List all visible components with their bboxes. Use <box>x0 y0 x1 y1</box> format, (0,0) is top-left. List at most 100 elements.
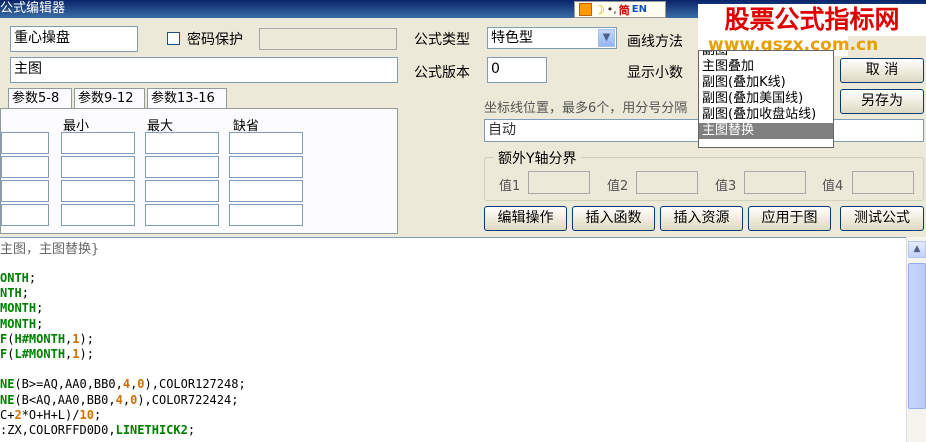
code-token: ; <box>93 407 102 422</box>
code-editor[interactable]: 主图，主图替换} ONTH; NTH; MONTH; MONTH; F(H#MONTH,… <box>0 237 906 442</box>
param-name-cell[interactable] <box>1 132 49 154</box>
test-formula-button[interactable]: 测试公式 <box>840 206 924 231</box>
edit-ops-button[interactable]: 编辑操作 <box>484 206 567 231</box>
dropdown-option[interactable]: 副图(叠加K线) <box>702 75 786 91</box>
apply-to-chart-button[interactable]: 应用于图 <box>748 206 831 231</box>
code-token: 4 <box>122 377 131 392</box>
value4-label: 值4 <box>822 179 844 194</box>
code-line: F(H#MONTH,1); <box>0 332 94 347</box>
code-token: 2 <box>14 407 22 422</box>
axis-position-label: 坐标线位置，最多6个，用分号分隔 <box>484 101 688 116</box>
code-header: 主图，主图替换} <box>0 242 100 257</box>
ime-simplified[interactable]: 简 <box>619 2 630 18</box>
param-default-cell[interactable] <box>229 132 303 154</box>
param-default-cell[interactable] <box>229 180 303 202</box>
param-default-cell[interactable] <box>229 156 303 178</box>
value4-input[interactable] <box>852 171 914 194</box>
formula-description-input[interactable]: 主图 <box>10 57 398 83</box>
param-name-cell[interactable] <box>1 204 49 226</box>
code-token: MONTH <box>0 316 37 331</box>
tab-params-5-8[interactable]: 参数5-8 <box>8 88 72 108</box>
code-line: ONTH; <box>0 271 36 286</box>
value1-input[interactable] <box>528 171 590 194</box>
value3-label: 值3 <box>715 179 737 194</box>
code-token: ; <box>28 271 37 285</box>
editor-scrollbar[interactable]: ▲ <box>906 237 926 442</box>
formula-type-label: 公式类型 <box>414 32 470 48</box>
code-token: NE <box>0 377 15 392</box>
ime-lang[interactable]: EN <box>632 4 647 15</box>
dropdown-option[interactable]: 主图叠加 <box>702 59 754 75</box>
value2-label: 值2 <box>607 179 629 194</box>
params-panel: 最小 最大 缺省 <box>0 108 398 234</box>
param-min-cell[interactable] <box>61 180 135 202</box>
scroll-up-icon[interactable]: ▲ <box>908 241 926 258</box>
code-token: 1 <box>72 331 80 346</box>
cancel-button[interactable]: 取 消 <box>840 58 924 83</box>
param-max-cell[interactable] <box>145 132 219 154</box>
code-token: ; <box>36 301 44 316</box>
ime-toolbar[interactable]: ☽ •, 简 EN <box>574 1 666 18</box>
code-token: , <box>122 392 131 407</box>
dropdown-option[interactable]: 副图(叠加美国线) <box>702 91 803 107</box>
param-min-cell[interactable] <box>61 132 135 154</box>
code-line: NE(B>=AQ,AA0,BB0,4,0),COLOR127248; <box>0 377 246 392</box>
chevron-down-icon[interactable]: ▼ <box>598 29 615 47</box>
formula-name-input[interactable]: 重心操盘 <box>10 26 138 52</box>
code-token: 1 <box>72 347 80 361</box>
param-min-cell[interactable] <box>61 156 135 178</box>
dropdown-option[interactable]: 主图替换 <box>699 123 833 139</box>
param-name-cell[interactable] <box>1 180 49 202</box>
code-token: 4 <box>115 392 123 407</box>
param-max-cell[interactable] <box>145 204 219 226</box>
value3-input[interactable] <box>744 171 806 194</box>
formula-type-select[interactable]: 特色型 ▼ <box>487 27 617 49</box>
value2-input[interactable] <box>636 171 698 194</box>
code-line: MONTH; <box>0 317 43 332</box>
code-token: NTH <box>0 286 22 301</box>
watermark-title: 股票公式指标网 <box>698 4 926 36</box>
insert-function-button[interactable]: 插入函数 <box>572 206 655 231</box>
tab-params-13-16[interactable]: 参数13-16 <box>147 88 227 108</box>
param-max-cell[interactable] <box>145 180 219 202</box>
code-token: ); <box>79 331 94 346</box>
draw-method-dropdown[interactable]: 副图 主图叠加 副图(叠加K线) 副图(叠加美国线) 副图(叠加收盘站线) 主图替换 <box>698 50 834 148</box>
param-default-cell[interactable] <box>229 204 303 226</box>
moon-icon: ☽ <box>594 2 605 17</box>
draw-method-label: 画线方法 <box>627 34 683 50</box>
save-as-button[interactable]: 另存为 <box>840 89 924 114</box>
dropdown-option[interactable]: 副图 <box>702 51 728 59</box>
insert-resource-button[interactable]: 插入资源 <box>660 206 743 231</box>
code-line: NTH; <box>0 286 29 301</box>
code-line: C+2*O+H+L)/10; <box>0 408 101 423</box>
code-token: *O+H+L)/ <box>21 407 80 422</box>
code-line: MONTH; <box>0 301 43 316</box>
param-max-cell[interactable] <box>145 156 219 178</box>
param-min-cell[interactable] <box>61 204 135 226</box>
code-token: ; <box>21 286 29 301</box>
code-token: ); <box>79 347 94 361</box>
dropdown-option[interactable]: 副图(叠加收盘站线) <box>702 107 816 123</box>
code-token: L#MONTH <box>14 347 66 361</box>
code-line: :ZX,COLORFFD0D0,LINETHICK2; <box>0 423 195 438</box>
formula-version-input[interactable]: 0 <box>487 57 547 83</box>
code-token: 0 <box>137 377 145 392</box>
scroll-thumb[interactable] <box>908 263 926 409</box>
password-input[interactable] <box>259 28 397 50</box>
code-token: :ZX,COLORFFD0D0, <box>0 423 116 437</box>
password-checkbox[interactable] <box>167 32 180 45</box>
code-token: (B>=AQ,AA0,BB0, <box>14 377 123 392</box>
code-token: C+ <box>0 407 15 422</box>
code-token: 10 <box>79 407 94 422</box>
extra-y-title: 额外Y轴分界 <box>494 148 581 168</box>
code-token: ),COLOR127248; <box>144 377 246 392</box>
tab-params-9-12[interactable]: 参数9-12 <box>74 88 145 108</box>
password-label: 密码保护 <box>187 32 243 48</box>
code-token: H#MONTH <box>14 331 66 346</box>
code-token: NE <box>0 392 15 407</box>
window-title: 公式编辑器 <box>0 1 66 16</box>
decimals-label: 显示小数 <box>627 65 683 81</box>
ime-logo-icon <box>579 3 592 16</box>
param-name-cell[interactable] <box>1 156 49 178</box>
value1-label: 值1 <box>499 179 521 194</box>
